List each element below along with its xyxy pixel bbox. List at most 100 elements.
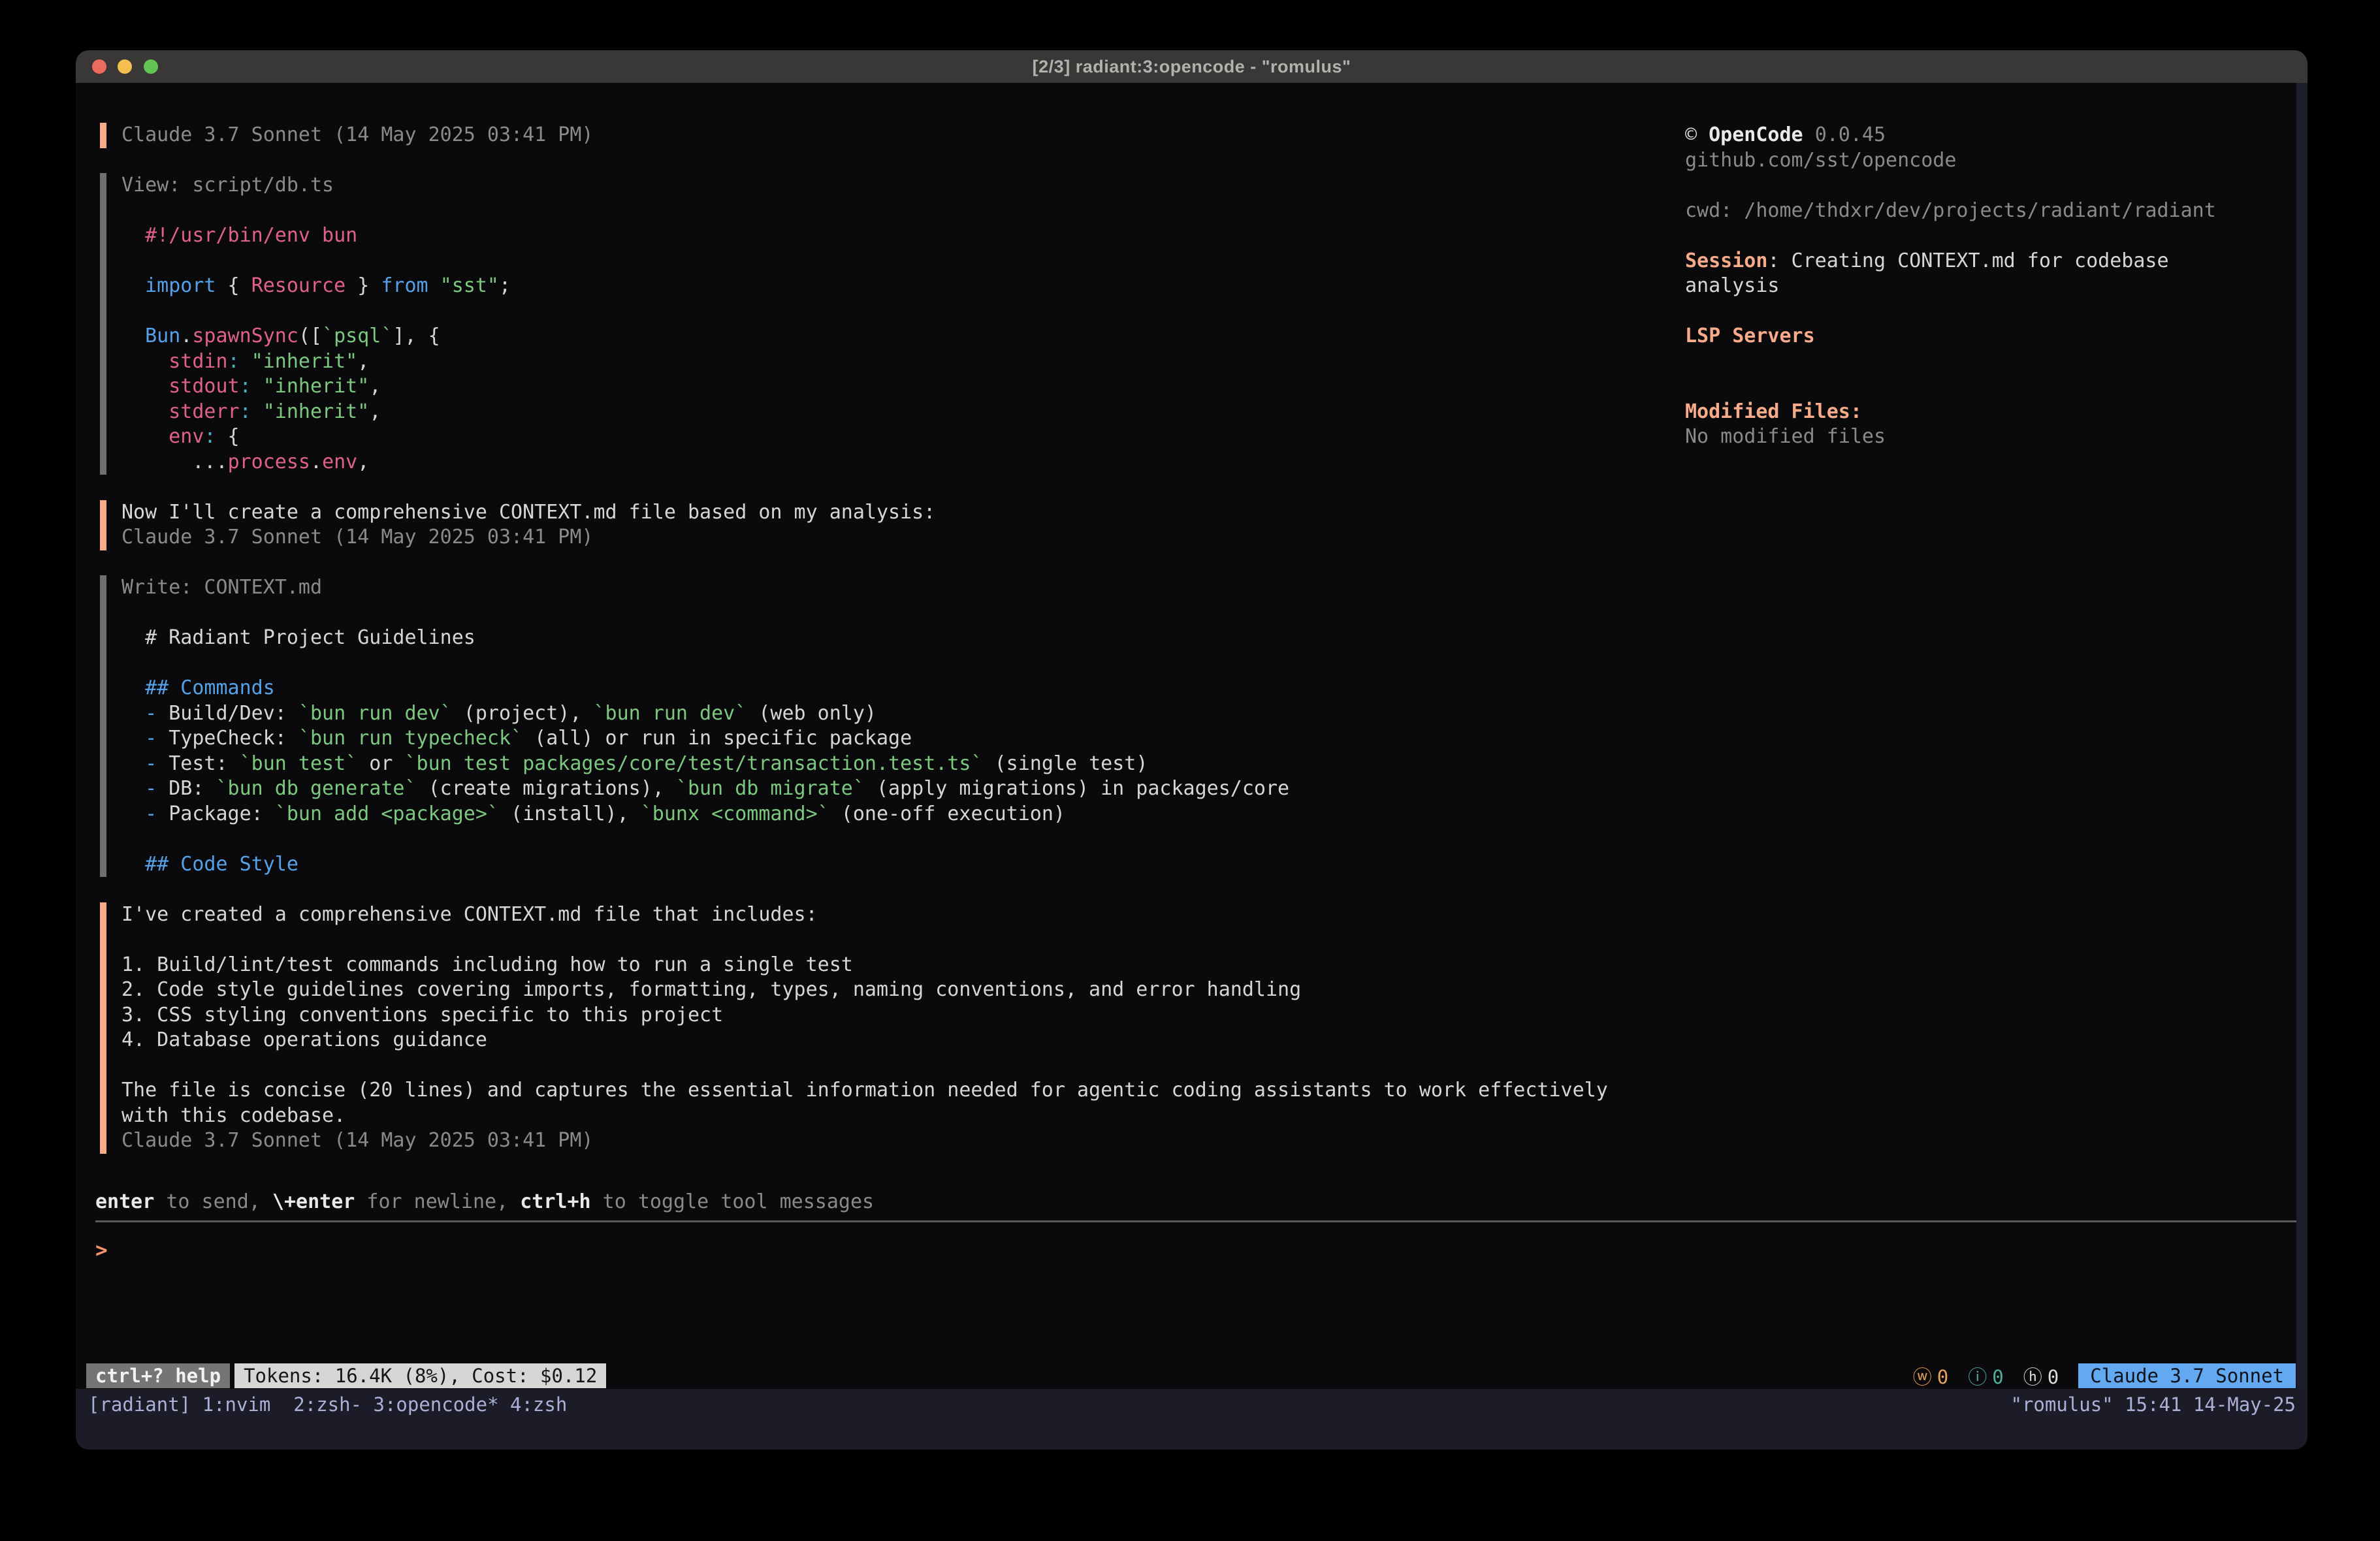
chat-line: 3. CSS styling conventions specific to t… bbox=[121, 1003, 1641, 1028]
text-segment: - bbox=[145, 802, 157, 825]
chat-line: env: { bbox=[121, 424, 1641, 450]
text-segment: 3. CSS styling conventions specific to t… bbox=[121, 1004, 723, 1026]
text-segment: Resource bbox=[251, 274, 346, 297]
scrollbar-track[interactable] bbox=[2296, 83, 2308, 1389]
text-segment: "inherit" bbox=[263, 375, 370, 398]
text-segment: 0.0.45 bbox=[1815, 123, 1886, 146]
text-segment: ... bbox=[121, 451, 228, 473]
text-segment: stdout bbox=[169, 375, 239, 398]
text-segment: : bbox=[228, 350, 240, 373]
text-segment: `bun run dev` bbox=[594, 702, 747, 725]
text-segment bbox=[121, 702, 145, 725]
text-segment: (install), bbox=[499, 802, 641, 825]
text-segment: 1. Build/lint/test commands including ho… bbox=[121, 953, 853, 976]
sidebar-line: analysis bbox=[1685, 274, 2302, 299]
statusbar-right: ⓦ0ⓘ0ⓗ0 Claude 3.7 Sonnet bbox=[1913, 1363, 2296, 1388]
text-segment bbox=[121, 375, 169, 398]
chat-line: ## Code Style bbox=[121, 852, 1641, 878]
text-segment: { bbox=[216, 425, 240, 448]
prompt-input[interactable]: > bbox=[95, 1238, 2296, 1369]
keybinding-hints: enter to send, \+enter for newline, ctrl… bbox=[95, 1190, 874, 1215]
text-segment: Claude 3.7 Sonnet (14 May 2025 03:41 PM) bbox=[121, 123, 593, 146]
sidebar-line bbox=[1685, 299, 2302, 325]
sidebar-line bbox=[1685, 223, 2302, 249]
text-segment bbox=[121, 425, 169, 448]
text-segment: Claude 3.7 Sonnet (14 May 2025 03:41 PM) bbox=[121, 1129, 593, 1152]
zoom-button[interactable] bbox=[144, 59, 158, 74]
text-segment: - bbox=[145, 752, 157, 775]
titlebar[interactable]: [2/3] radiant:3:opencode - "romulus" bbox=[76, 50, 2308, 83]
text-segment: } bbox=[346, 274, 381, 297]
text-segment: process bbox=[228, 451, 310, 473]
chat-line bbox=[121, 299, 1641, 325]
text-segment: `bun run dev` bbox=[298, 702, 452, 725]
input-separator bbox=[95, 1220, 2296, 1222]
text-segment: - bbox=[145, 702, 157, 725]
text-segment: I've created a comprehensive CONTEXT.md … bbox=[121, 903, 818, 926]
chat-line: # Radiant Project Guidelines bbox=[121, 626, 1641, 651]
window-title: [2/3] radiant:3:opencode - "romulus" bbox=[1033, 57, 1351, 77]
text-segment bbox=[121, 752, 145, 775]
text-segment: `bun test` bbox=[240, 752, 358, 775]
text-segment: No modified files bbox=[1685, 425, 1886, 448]
text-segment: (apply migrations) in packages/core bbox=[865, 777, 1289, 800]
chat-line: import { Resource } from "sst"; bbox=[121, 274, 1641, 299]
text-segment bbox=[251, 400, 263, 423]
chat-line: - DB: `bun db generate` (create migratio… bbox=[121, 776, 1641, 802]
text-segment: Claude 3.7 Sonnet (14 May 2025 03:41 PM) bbox=[121, 526, 593, 548]
text-segment: github.com/sst/opencode bbox=[1685, 149, 1956, 172]
text-segment: - bbox=[145, 777, 157, 800]
text-segment: \+enter bbox=[272, 1190, 355, 1213]
text-segment: , bbox=[369, 375, 381, 398]
close-button[interactable] bbox=[92, 59, 106, 74]
text-segment bbox=[121, 325, 145, 347]
tmux-session-windows[interactable]: [radiant] 1:nvim 2:zsh- 3:opencode* 4:zs… bbox=[88, 1393, 567, 1416]
text-segment: spawnSync bbox=[192, 325, 298, 347]
text-segment: ; bbox=[499, 274, 511, 297]
chat-line bbox=[121, 249, 1641, 274]
chat-line: Claude 3.7 Sonnet (14 May 2025 03:41 PM) bbox=[121, 525, 1641, 550]
text-segment bbox=[240, 350, 251, 373]
text-segment: (web only) bbox=[747, 702, 876, 725]
sidebar-line bbox=[1685, 173, 2302, 199]
text-segment: The file is concise (20 lines) and captu… bbox=[121, 1079, 1608, 1102]
chat-line bbox=[121, 199, 1641, 224]
text-segment: for newline, bbox=[355, 1190, 520, 1213]
chat-line bbox=[121, 651, 1641, 676]
statusbar-left: ctrl+? help Tokens: 16.4K (8%), Cost: $0… bbox=[86, 1363, 606, 1388]
text-segment: env bbox=[169, 425, 204, 448]
chat-line: View: script/db.ts bbox=[121, 173, 1641, 199]
text-segment: stdin bbox=[169, 350, 227, 373]
chat-transcript: Claude 3.7 Sonnet (14 May 2025 03:41 PM)… bbox=[100, 123, 1641, 1179]
diagnostic-hint-icon: ⓗ0 bbox=[2023, 1362, 2059, 1390]
text-segment: `psql` bbox=[322, 325, 393, 347]
sidebar-line bbox=[1685, 374, 2302, 400]
text-segment: to toggle tool messages bbox=[591, 1190, 874, 1213]
tool-output-block: View: script/db.ts #!/usr/bin/env bun im… bbox=[100, 173, 1641, 475]
text-segment bbox=[121, 777, 145, 800]
chat-line: - Package: `bun add <package>` (install)… bbox=[121, 802, 1641, 827]
assistant-message-block: I've created a comprehensive CONTEXT.md … bbox=[100, 902, 1641, 1154]
sidebar-line bbox=[1685, 349, 2302, 375]
tool-output-block: Write: CONTEXT.md # Radiant Project Guid… bbox=[100, 575, 1641, 877]
text-segment: LSP Servers bbox=[1685, 325, 1815, 347]
chat-line: Now I'll create a comprehensive CONTEXT.… bbox=[121, 500, 1641, 526]
sidebar-line: Session: Creating CONTEXT.md for codebas… bbox=[1685, 249, 2302, 274]
chat-line bbox=[121, 827, 1641, 852]
minimize-button[interactable] bbox=[118, 59, 132, 74]
text-segment bbox=[121, 350, 169, 373]
text-segment: : bbox=[204, 425, 216, 448]
text-segment: `bun run typecheck` bbox=[298, 727, 523, 750]
chat-line: - Test: `bun test` or `bun test packages… bbox=[121, 752, 1641, 777]
text-segment: analysis bbox=[1685, 274, 1780, 297]
text-segment: ([ bbox=[298, 325, 322, 347]
text-segment bbox=[428, 274, 440, 297]
text-segment: #!/usr/bin/env bun bbox=[145, 224, 357, 247]
text-segment: (single test) bbox=[983, 752, 1148, 775]
chat-line: 1. Build/lint/test commands including ho… bbox=[121, 953, 1641, 978]
text-segment: ## Commands bbox=[145, 676, 275, 699]
text-segment bbox=[121, 727, 145, 750]
text-segment: DB: bbox=[157, 777, 216, 800]
text-segment: Package: bbox=[157, 802, 275, 825]
text-segment: `bun db generate` bbox=[216, 777, 417, 800]
